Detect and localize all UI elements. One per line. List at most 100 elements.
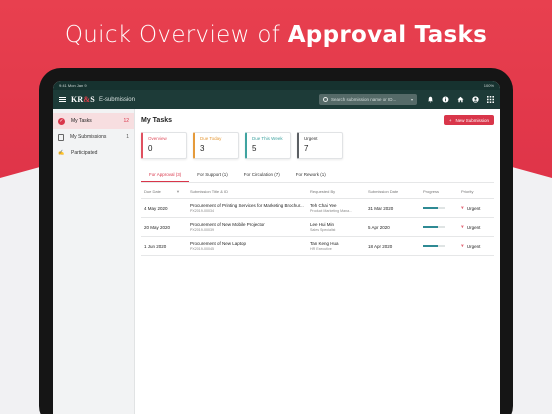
app-screen: 9:41 Mon Jan 9 100% KR&S E-submission Se… xyxy=(53,81,500,414)
info-icon[interactable] xyxy=(442,96,449,103)
table-row[interactable]: 1 Jun 2020 Procurement of New Laptop PX2… xyxy=(141,236,494,256)
tab-for-approval[interactable]: For Approval (3) xyxy=(141,169,190,182)
requester-name: Teh Chai Yee xyxy=(310,203,337,208)
card-value: 0 xyxy=(148,144,153,153)
tab-for-rework[interactable]: For Rework (1) xyxy=(288,169,334,182)
card-label: Urgent xyxy=(304,136,318,141)
submission-title: Procurement of New Mobile Projector xyxy=(190,222,265,227)
table-row[interactable]: 20 May 2020 Procurement of New Mobile Pr… xyxy=(141,217,494,237)
requester-cell: Tan Keng Hua HR Executive xyxy=(307,236,365,256)
due-date: 1 Jun 2020 xyxy=(141,236,187,256)
table-row[interactable]: 4 May 2020 Procurement of Printing Servi… xyxy=(141,198,494,218)
card-value: 5 xyxy=(252,144,257,153)
progress-bar xyxy=(423,226,445,228)
progress-bar xyxy=(423,245,445,247)
sidebar-item-label: My Submissions xyxy=(70,134,107,140)
signature-icon: ✍ xyxy=(58,150,65,156)
submission-cell: Procurement of Printing Services for Mar… xyxy=(187,198,307,218)
sidebar: ✓ My Tasks 12 My Submissions 1 ✍ Partici… xyxy=(53,109,135,414)
progress-fill xyxy=(423,207,439,209)
sidebar-item-count: 1 xyxy=(126,134,129,140)
status-bar: 9:41 Mon Jan 9 100% xyxy=(53,81,500,90)
page-title: My Tasks xyxy=(141,116,172,124)
due-date: 20 May 2020 xyxy=(141,217,187,237)
tab-for-circulation[interactable]: For Circulation (7) xyxy=(236,169,288,182)
col-submission-date: Submission Date xyxy=(365,185,420,199)
priority-label: Urgent xyxy=(466,205,481,211)
submission-id: PX2019-00034 xyxy=(190,209,214,213)
urgent-icon: ⩔ xyxy=(461,205,464,211)
sidebar-item-participated[interactable]: ✍ Participated xyxy=(53,145,134,161)
chevron-down-icon[interactable]: ▾ xyxy=(411,97,413,102)
requester-role: Product Marketing Mana... xyxy=(310,209,353,213)
card-overview[interactable]: Overview 0 xyxy=(141,132,187,159)
grid-icon[interactable] xyxy=(487,96,494,103)
sidebar-item-label: Participated xyxy=(71,150,98,156)
hero-title-regular: Quick Overview of xyxy=(64,22,288,48)
status-time: 9:41 Mon Jan 9 xyxy=(59,83,87,88)
home-icon[interactable] xyxy=(457,96,464,103)
sidebar-item-my-submissions[interactable]: My Submissions 1 xyxy=(53,129,134,145)
search-icon xyxy=(323,97,328,102)
submission-title: Procurement of New Laptop xyxy=(190,241,247,246)
status-battery: 100% xyxy=(483,83,494,88)
search-input[interactable]: Search submission name or ID... ▾ xyxy=(319,94,417,105)
sidebar-item-label: My Tasks xyxy=(71,118,92,124)
submission-title: Procurement of Printing Services for Mar… xyxy=(190,203,304,208)
progress-fill xyxy=(423,226,439,228)
progress-fill xyxy=(423,245,439,247)
col-priority: Priority xyxy=(458,185,494,199)
card-label: Overview xyxy=(148,136,167,141)
card-value: 7 xyxy=(304,144,309,153)
app-logo: KR&S xyxy=(71,95,95,104)
task-tabs: For Approval (3) For Support (1) For Cir… xyxy=(141,169,494,183)
table-header-row: Due Date ▼ Submission Title & ID Request… xyxy=(141,185,494,199)
document-icon xyxy=(58,133,64,141)
requester-role: HR Executive xyxy=(310,247,332,251)
plus-icon: + xyxy=(448,117,452,123)
requester-cell: Lee Hui Min Sales Specialist xyxy=(307,217,365,237)
search-placeholder: Search submission name or ID... xyxy=(331,97,397,102)
sidebar-item-count: 12 xyxy=(123,118,129,124)
tasks-table: Due Date ▼ Submission Title & ID Request… xyxy=(141,185,494,256)
main-content: My Tasks + New Submission Overview 0 Due… xyxy=(135,109,500,414)
menu-icon[interactable] xyxy=(59,97,66,102)
submission-date: 5 Apr 2020 xyxy=(365,217,420,237)
card-value: 3 xyxy=(200,144,205,153)
requester-name: Tan Keng Hua xyxy=(310,241,339,246)
topbar-icons xyxy=(427,96,494,103)
due-date: 4 May 2020 xyxy=(141,198,187,218)
col-requested-by: Requested By xyxy=(307,185,365,199)
submission-id: PX2019-00045 xyxy=(190,247,214,251)
user-icon[interactable] xyxy=(472,96,479,103)
submission-date: 18 Apr 2020 xyxy=(365,236,420,256)
check-circle-icon: ✓ xyxy=(58,117,65,125)
progress-bar xyxy=(423,207,445,209)
new-submission-button[interactable]: + New Submission xyxy=(443,115,494,125)
bell-icon[interactable] xyxy=(427,96,434,103)
submission-cell: Procurement of New Mobile Projector PX20… xyxy=(187,217,307,237)
tab-for-support[interactable]: For Support (1) xyxy=(189,169,236,182)
app-name: E-submission xyxy=(98,96,135,103)
top-bar: KR&S E-submission Search submission name… xyxy=(53,90,500,109)
requester-name: Lee Hui Min xyxy=(310,222,335,227)
col-due-date[interactable]: Due Date ▼ xyxy=(141,185,187,199)
card-due-this-week[interactable]: Due This Week 5 xyxy=(245,132,291,159)
card-label: Due This Week xyxy=(252,136,283,141)
card-due-today[interactable]: Due Today 3 xyxy=(193,132,239,159)
col-title: Submission Title & ID xyxy=(187,185,307,199)
sort-icon[interactable]: ▼ xyxy=(176,189,180,194)
card-urgent[interactable]: Urgent 7 xyxy=(297,132,343,159)
urgent-icon: ⩔ xyxy=(461,224,464,230)
priority-label: Urgent xyxy=(466,224,481,230)
priority-label: Urgent xyxy=(466,243,481,249)
urgent-icon: ⩔ xyxy=(461,243,464,249)
requester-role: Sales Specialist xyxy=(310,228,336,232)
sidebar-item-my-tasks[interactable]: ✓ My Tasks 12 xyxy=(53,113,134,129)
submission-date: 31 Mar 2020 xyxy=(365,198,420,218)
submission-id: PX2019-00039 xyxy=(190,228,214,232)
hero-title-bold: Approval Tasks xyxy=(287,22,488,48)
summary-cards: Overview 0 Due Today 3 Due This Week 5 U… xyxy=(141,132,494,159)
hero-headline: Quick Overview of Approval Tasks xyxy=(0,22,552,48)
requester-cell: Teh Chai Yee Product Marketing Mana... xyxy=(307,198,365,218)
